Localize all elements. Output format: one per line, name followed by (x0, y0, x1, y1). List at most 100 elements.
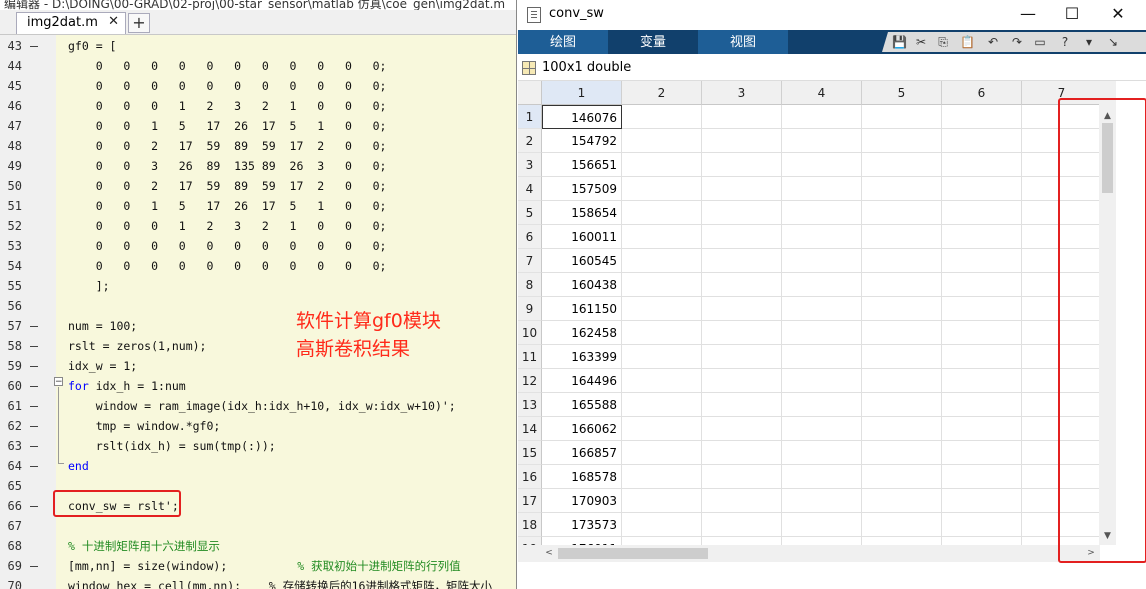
row-header[interactable]: 7 (518, 249, 542, 273)
empty-cell[interactable] (942, 129, 1022, 153)
empty-cell[interactable] (862, 417, 942, 441)
code-line[interactable]: rslt = zeros(1,num); (68, 336, 206, 356)
row-header[interactable]: 8 (518, 273, 542, 297)
empty-cell[interactable] (782, 273, 862, 297)
empty-cell[interactable] (862, 321, 942, 345)
empty-cell[interactable] (862, 201, 942, 225)
empty-cell[interactable] (942, 393, 1022, 417)
empty-cell[interactable] (862, 153, 942, 177)
row-header[interactable]: 1 (518, 105, 542, 129)
breakpoint-marker[interactable] (30, 566, 38, 567)
column-header[interactable]: 5 (862, 81, 942, 105)
empty-cell[interactable] (782, 297, 862, 321)
grid-corner[interactable] (518, 81, 542, 105)
code-line[interactable]: rslt(idx_h) = sum(tmp(:)); (68, 436, 276, 456)
column-header[interactable]: 3 (702, 81, 782, 105)
empty-cell[interactable] (622, 273, 702, 297)
code-line[interactable]: tmp = window.*gf0; (68, 416, 221, 436)
code-line[interactable]: 0 0 0 0 0 0 0 0 0 0 0; (68, 236, 387, 256)
breakpoint-marker[interactable] (30, 506, 38, 507)
empty-cell[interactable] (622, 177, 702, 201)
table-cell[interactable]: 160438 (542, 273, 622, 297)
empty-cell[interactable] (702, 225, 782, 249)
empty-cell[interactable] (942, 177, 1022, 201)
close-tab-icon[interactable]: ✕ (108, 14, 119, 29)
redo-icon[interactable]: ↷ (1010, 35, 1024, 49)
empty-cell[interactable] (782, 441, 862, 465)
empty-cell[interactable] (702, 513, 782, 537)
empty-cell[interactable] (702, 105, 782, 129)
breakpoint-marker[interactable] (30, 386, 38, 387)
empty-cell[interactable] (942, 249, 1022, 273)
empty-cell[interactable] (782, 201, 862, 225)
row-header[interactable]: 19 (518, 537, 542, 545)
table-cell[interactable]: 166062 (542, 417, 622, 441)
empty-cell[interactable] (782, 489, 862, 513)
code-comment[interactable]: % 十进制矩阵用十六进制显示 (68, 536, 220, 556)
empty-cell[interactable] (862, 489, 942, 513)
code-line[interactable]: 0 0 0 0 0 0 0 0 0 0 0; (68, 256, 387, 276)
empty-cell[interactable] (702, 177, 782, 201)
empty-cell[interactable] (622, 201, 702, 225)
table-cell[interactable]: 176011 (542, 537, 622, 545)
layout-icon[interactable]: ▭ (1033, 35, 1047, 49)
table-cell[interactable]: 163399 (542, 345, 622, 369)
empty-cell[interactable] (782, 537, 862, 545)
empty-cell[interactable] (862, 177, 942, 201)
empty-cell[interactable] (782, 129, 862, 153)
variable-grid[interactable]: 1 2 3 4 5 6 7 1 146076 2 154792 3 156651 4 157509 5 1586… (518, 81, 1100, 545)
empty-cell[interactable] (942, 513, 1022, 537)
row-header[interactable]: 6 (518, 225, 542, 249)
empty-cell[interactable] (782, 249, 862, 273)
empty-cell[interactable] (862, 345, 942, 369)
empty-cell[interactable] (862, 465, 942, 489)
empty-cell[interactable] (942, 105, 1022, 129)
table-cell[interactable]: 164496 (542, 369, 622, 393)
code-line[interactable]: 0 0 2 17 59 89 59 17 2 0 0; (68, 176, 387, 196)
column-header[interactable]: 4 (782, 81, 862, 105)
empty-cell[interactable] (702, 321, 782, 345)
code-line[interactable]: 0 0 1 5 17 26 17 5 1 0 0; (68, 196, 387, 216)
help-icon[interactable]: ? (1058, 35, 1072, 49)
scroll-left-icon[interactable]: < (542, 545, 556, 562)
empty-cell[interactable] (942, 537, 1022, 545)
empty-cell[interactable] (862, 273, 942, 297)
empty-cell[interactable] (622, 129, 702, 153)
empty-cell[interactable] (782, 369, 862, 393)
empty-cell[interactable] (942, 321, 1022, 345)
empty-cell[interactable] (622, 153, 702, 177)
empty-cell[interactable] (782, 393, 862, 417)
copy-icon[interactable]: ⎘ (936, 35, 950, 49)
code-line[interactable]: 0 0 0 1 2 3 2 1 0 0 0; (68, 216, 387, 236)
table-cell[interactable]: 157509 (542, 177, 622, 201)
code-line[interactable]: 0 0 0 0 0 0 0 0 0 0 0; (68, 76, 387, 96)
empty-cell[interactable] (782, 345, 862, 369)
code-line[interactable]: [mm,nn] = size(window); % 获取初始十进制矩阵的行列值 (68, 556, 461, 576)
code-line[interactable]: gf0 = [ (68, 36, 116, 56)
empty-cell[interactable] (782, 321, 862, 345)
horizontal-scroll-thumb[interactable] (558, 548, 708, 559)
empty-cell[interactable] (622, 537, 702, 545)
empty-cell[interactable] (862, 537, 942, 545)
tab-plots[interactable]: 绘图 (518, 30, 608, 54)
save-icon[interactable]: 💾 (892, 35, 907, 49)
table-cell[interactable]: 156651 (542, 153, 622, 177)
empty-cell[interactable] (942, 273, 1022, 297)
code-line[interactable]: for idx_h = 1:num (68, 376, 186, 396)
empty-cell[interactable] (782, 105, 862, 129)
empty-cell[interactable] (702, 489, 782, 513)
breakpoint-marker[interactable] (30, 406, 38, 407)
maximize-button[interactable]: ☐ (1049, 2, 1095, 28)
breakpoint-marker[interactable] (30, 326, 38, 327)
empty-cell[interactable] (782, 225, 862, 249)
add-tab-button[interactable]: + (128, 13, 150, 33)
empty-cell[interactable] (702, 417, 782, 441)
empty-cell[interactable] (702, 297, 782, 321)
empty-cell[interactable] (622, 393, 702, 417)
empty-cell[interactable] (862, 105, 942, 129)
row-header[interactable]: 12 (518, 369, 542, 393)
empty-cell[interactable] (622, 105, 702, 129)
breakpoint-marker[interactable] (30, 446, 38, 447)
empty-cell[interactable] (942, 153, 1022, 177)
row-header[interactable]: 18 (518, 513, 542, 537)
